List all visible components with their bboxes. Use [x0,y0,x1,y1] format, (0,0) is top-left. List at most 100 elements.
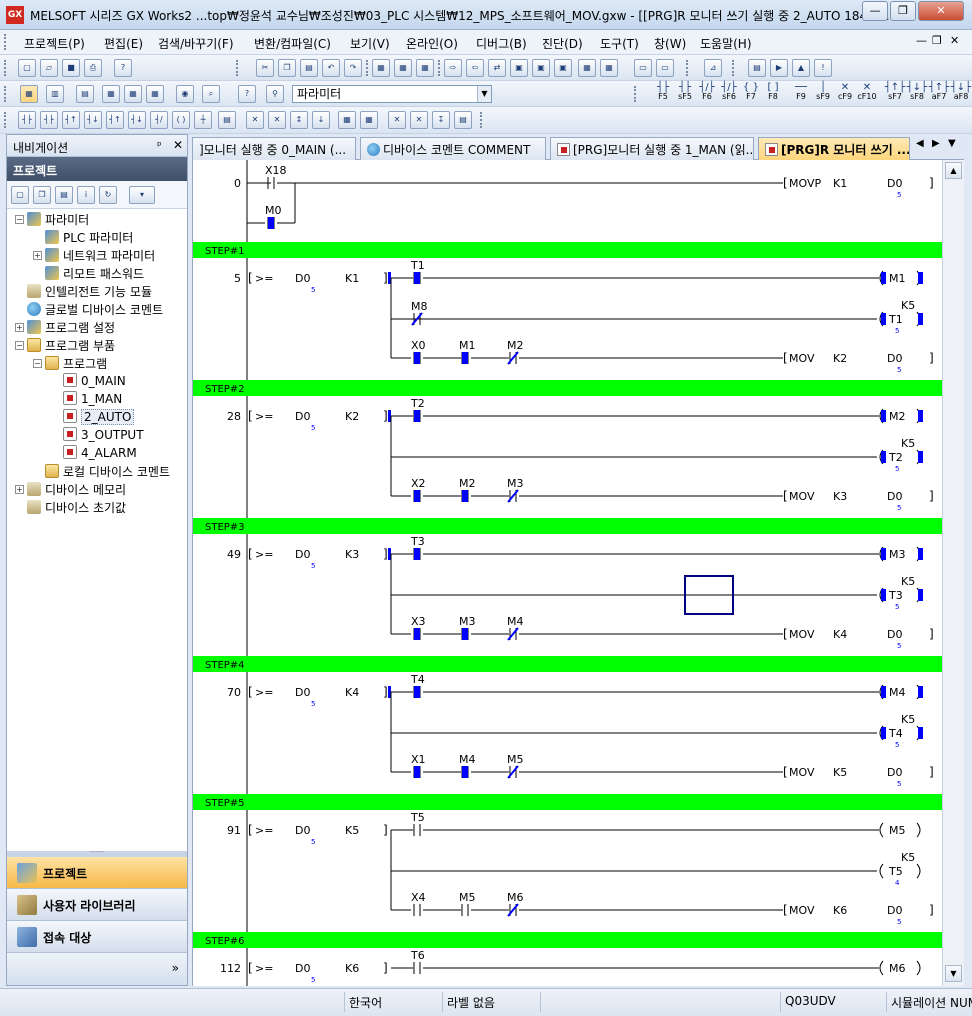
menu-grip[interactable] [4,34,8,50]
menu-debug[interactable]: 디버그(B) [476,35,527,52]
copy-icon[interactable]: ❐ [33,186,51,204]
search-combobox[interactable]: 파라미터 ▼ [292,85,492,103]
new-file-icon[interactable]: ▢ [18,59,36,77]
contact-insert-icon[interactable]: ┤├ [18,111,36,129]
run-icon[interactable]: ▶ [770,59,788,77]
module-icon[interactable]: ▥ [46,85,64,103]
tab-main-monitor[interactable]: ]모니터 실행 중 0_MAIN (... [192,137,356,160]
tree-item-13[interactable]: 4_ALARM [63,445,137,463]
menu-help[interactable]: 도움말(H) [700,35,752,52]
insert-row-icon[interactable]: ↕ [290,111,308,129]
fkey-button-sf9[interactable]: │ sF9 [812,83,834,105]
mdi-minimize-button[interactable]: — [916,34,927,47]
monitor-stop-icon[interactable]: ▣ [532,59,550,77]
rising-edge-icon[interactable]: ┤↑ [62,111,80,129]
expand-icon[interactable]: + [33,251,42,260]
coil-icon[interactable]: ( ) [172,111,190,129]
open-folder-icon[interactable]: ▱ [40,59,58,77]
pin-icon[interactable]: ᵖ [157,139,162,152]
tree-item-16[interactable]: 디바이스 초기값 [27,499,126,517]
toolbar-grip[interactable] [236,60,240,76]
tree-item-9[interactable]: 0_MAIN [63,373,126,391]
toggle-icon[interactable]: ✕ [388,111,406,129]
new-item-icon[interactable]: ▢ [11,186,29,204]
toolbar-grip[interactable] [4,112,8,128]
menu-project[interactable]: 프로젝트(P) [24,35,85,52]
tree-item-10[interactable]: 1_MAN [63,391,122,409]
toolbar-grip[interactable] [438,60,442,76]
delete-line-icon[interactable]: ✕ [246,111,264,129]
trace-stop-icon[interactable]: ▭ [656,59,674,77]
tree-item-7[interactable]: − 프로그램 부품 [15,337,115,355]
mdi-close-button[interactable]: ✕ [950,34,959,47]
nav-connection-button[interactable]: 접속 대상 [7,921,187,953]
convert-icon[interactable]: ▦ [394,59,412,77]
verify-icon[interactable]: ⇄ [488,59,506,77]
chevron-down-icon[interactable]: ▼ [477,86,491,102]
collapse-icon[interactable]: − [15,215,24,224]
help-icon[interactable]: ? [114,59,132,77]
scroll-up-icon[interactable]: ▲ [945,162,962,179]
fkey-button-f6[interactable]: ┤/├ F6 [696,83,718,105]
invert-icon[interactable]: ┤/ [150,111,168,129]
delete-vert-icon[interactable]: ✕ [268,111,286,129]
chart-icon[interactable]: ⊿ [704,59,722,77]
menu-online[interactable]: 온라인(O) [406,35,458,52]
watch-icon[interactable]: ▣ [554,59,572,77]
fkey-button-f7[interactable]: { } F7 [740,83,762,105]
dev-statement-icon[interactable]: ▦ [360,111,378,129]
write-plc-icon[interactable]: ⇨ [444,59,462,77]
tree-item-14[interactable]: 로컬 디바이스 코멘트 [45,463,170,481]
fkey-button-cf10[interactable]: ✕ cF10 [856,83,878,105]
collapse-icon[interactable]: − [33,359,42,368]
eye-icon[interactable]: ◉ [176,85,194,103]
close-button[interactable]: ✕ [918,1,964,21]
nav-project-button[interactable]: 프로젝트 [7,857,187,889]
vertical-scrollbar[interactable]: ▲ ▼ [942,160,964,986]
tab-man-monitor[interactable]: [PRG]모니터 실행 중 1_MAN (읽... [550,137,754,160]
toolbar-grip[interactable] [686,60,690,76]
tree-item-1[interactable]: PLC 파라미터 [45,229,133,247]
collapse-icon[interactable]: − [15,341,24,350]
toolbar-grip[interactable] [480,112,484,128]
menu-tools[interactable]: 도구(T) [600,35,639,52]
view-options-icon[interactable]: ▾ [129,186,155,204]
falling-or-icon[interactable]: ┤↓ [128,111,146,129]
dev-write-icon[interactable]: ▦ [124,85,142,103]
paste-icon[interactable]: ▤ [55,186,73,204]
toggle3-icon[interactable]: ↧ [432,111,450,129]
rising-or-icon[interactable]: ┤↑ [106,111,124,129]
trace-icon[interactable]: ▭ [634,59,652,77]
dev-batch-icon[interactable]: ▦ [600,59,618,77]
info-icon[interactable]: ! [814,59,832,77]
dev-batch2-icon[interactable]: ▦ [146,85,164,103]
fkey-button-sf8[interactable]: ┤↓├ sF8 [906,83,928,105]
table-icon[interactable]: ▤ [454,111,472,129]
contact-or-icon[interactable]: ┤├ [40,111,58,129]
tree-item-3[interactable]: 리모트 패스워드 [45,265,144,283]
dev-comment-icon[interactable]: ▦ [338,111,356,129]
dev-read-icon[interactable]: ▦ [102,85,120,103]
dev-monitor-icon[interactable]: ▦ [372,59,390,77]
ladder-editor[interactable]: 0 X18[MOVP K1 D0 5] M0 STEP#1 5[>= D0 5 K1] T1 M1 M8 K… [192,160,942,986]
tab-auto-monitor-write[interactable]: [PRG]R 모니터 쓰기 ... [758,137,910,160]
menu-window[interactable]: 창(W) [654,35,686,52]
fkey-button-sf7[interactable]: ┤↑├ sF7 [884,83,906,105]
save-icon[interactable]: ■ [62,59,80,77]
tab-scroll-right-icon[interactable]: ▶ [932,138,940,149]
print-icon[interactable]: ⎙ [84,59,102,77]
convert-all-icon[interactable]: ▦ [416,59,434,77]
restore-button[interactable]: ❐ [890,1,916,21]
find-icon[interactable]: ⌕ [202,85,220,103]
tree-item-12[interactable]: 3_OUTPUT [63,427,144,445]
close-icon[interactable]: ✕ [173,138,183,152]
list-icon[interactable]: ▤ [76,85,94,103]
minimize-button[interactable]: — [862,1,888,21]
undo-icon[interactable]: ↶ [322,59,340,77]
toolbar-grip[interactable] [634,86,638,102]
tab-device-comment[interactable]: 디바이스 코멘트 COMMENT [360,137,546,160]
ladder-diagram[interactable]: 0X18[MOVP K1 D05]M0STEP#15[>= D05K1]T1M1M8 K… [193,160,942,986]
tab-list-icon[interactable]: ▼ [948,138,956,149]
expand-icon[interactable]: + [15,323,24,332]
nav-user-library-button[interactable]: 사용자 라이브러리 [7,889,187,921]
